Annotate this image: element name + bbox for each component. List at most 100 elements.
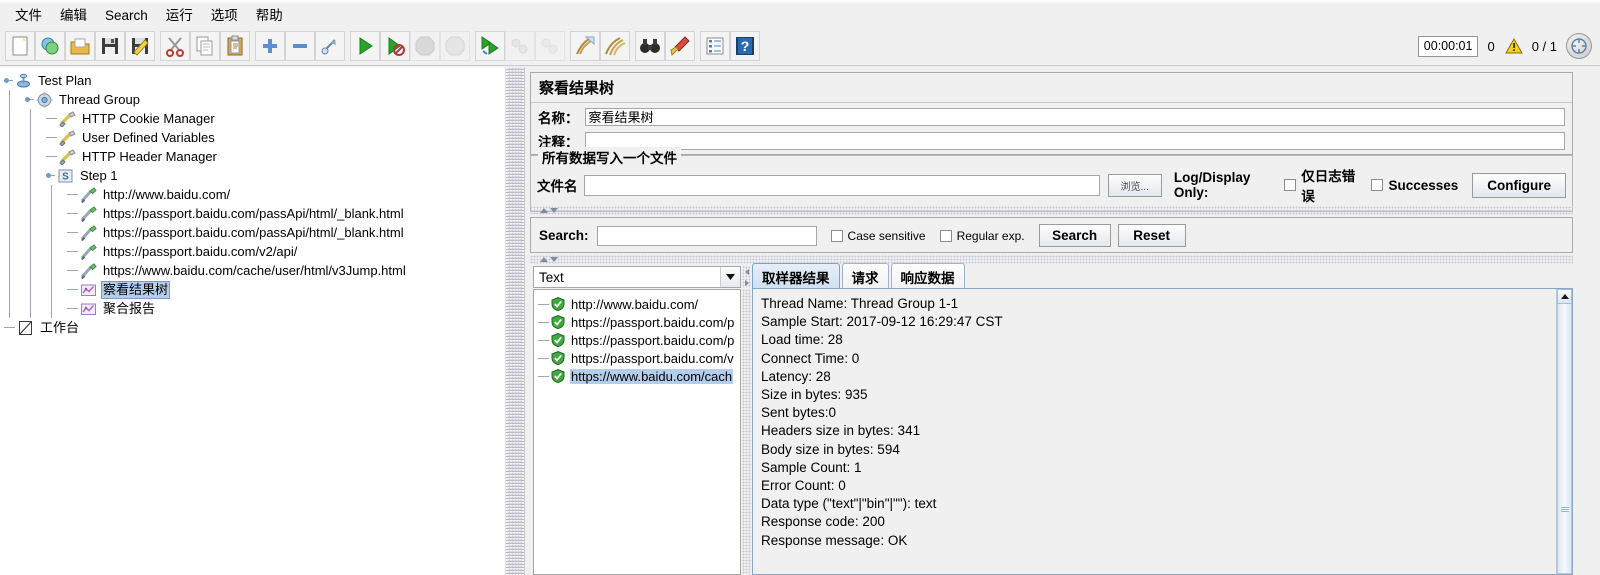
- result-tabs[interactable]: 取样器结果 请求 响应数据: [752, 263, 967, 289]
- tree-node-label[interactable]: HTTP Cookie Manager: [80, 111, 217, 127]
- result-splitter-handle[interactable]: [742, 266, 751, 288]
- menu-help[interactable]: 帮助: [247, 6, 292, 26]
- tree-node[interactable]: https://www.baidu.com/cache/user/html/v3…: [4, 261, 505, 280]
- help-question-icon[interactable]: ?: [730, 30, 760, 61]
- tree-node-label[interactable]: 察看结果树: [101, 280, 171, 299]
- new-document-icon[interactable]: [5, 30, 35, 61]
- reset-button[interactable]: Reset: [1117, 224, 1186, 247]
- splitter2-down-icon[interactable]: [550, 257, 558, 262]
- tree-node-label[interactable]: User Defined Variables: [80, 130, 217, 146]
- splitter-right-icon[interactable]: [744, 279, 749, 286]
- list-item-label[interactable]: https://passport.baidu.com/p: [570, 315, 735, 330]
- save-as-icon[interactable]: [125, 30, 155, 61]
- list-item-label[interactable]: https://www.baidu.com/cach: [570, 368, 734, 384]
- start-no-pauses-icon[interactable]: [380, 30, 410, 61]
- start-play-icon[interactable]: [350, 30, 380, 61]
- case-sensitive-checkbox[interactable]: Case sensitive: [830, 229, 926, 243]
- tree-node-label[interactable]: https://www.baidu.com/cache/user/html/v3…: [101, 263, 408, 279]
- case-sensitive-checkbox-box[interactable]: [830, 229, 843, 242]
- splitter2-up-icon[interactable]: [540, 257, 548, 262]
- sampler-result-detail[interactable]: Thread Name: Thread Group 1-1 Sample Star…: [752, 288, 1573, 575]
- list-item-label[interactable]: https://passport.baidu.com/v: [570, 351, 735, 366]
- tree-node[interactable]: https://passport.baidu.com/passApi/html/…: [4, 204, 505, 223]
- tree-node-label[interactable]: Thread Group: [57, 92, 142, 108]
- list-item-label[interactable]: https://passport.baidu.com/p: [570, 333, 735, 348]
- tree-node[interactable]: https://passport.baidu.com/passApi/html/…: [4, 223, 505, 242]
- function-helper-icon[interactable]: [700, 30, 730, 61]
- tree-node[interactable]: 工作台: [4, 318, 505, 337]
- clear-all-icon[interactable]: [600, 30, 630, 61]
- reset-search-broom-icon[interactable]: [665, 30, 695, 61]
- errors-only-checkbox[interactable]: 仅日志错误: [1284, 165, 1357, 205]
- menu-edit[interactable]: 编辑: [51, 6, 96, 26]
- renderer-select[interactable]: Text: [533, 266, 741, 288]
- templates-icon[interactable]: [35, 30, 65, 61]
- tab-response-data[interactable]: 响应数据: [890, 263, 965, 289]
- warning-triangle-icon[interactable]: [1504, 37, 1523, 54]
- chevron-down-icon[interactable]: [720, 267, 740, 287]
- tree-expand-handle-icon[interactable]: [25, 95, 34, 104]
- name-input[interactable]: 察看结果树: [584, 108, 1565, 126]
- scroll-up-arrow[interactable]: [1557, 289, 1572, 304]
- menu-run[interactable]: 运行: [157, 6, 202, 26]
- cut-scissors-icon[interactable]: [160, 30, 190, 61]
- list-item[interactable]: https://www.baidu.com/cach: [534, 367, 740, 385]
- splitter-handle-lower[interactable]: [530, 255, 1573, 264]
- tree-node-label[interactable]: https://passport.baidu.com/passApi/html/…: [101, 206, 406, 222]
- tree-node-label[interactable]: Step 1: [78, 168, 120, 184]
- tree-node[interactable]: Test Plan: [4, 71, 505, 90]
- result-splitter-track[interactable]: [742, 289, 751, 575]
- list-item[interactable]: https://passport.baidu.com/p: [534, 331, 740, 349]
- save-icon[interactable]: [95, 30, 125, 61]
- list-item[interactable]: http://www.baidu.com/: [534, 295, 740, 313]
- list-item[interactable]: https://passport.baidu.com/v: [534, 349, 740, 367]
- main-splitter[interactable]: [505, 67, 525, 575]
- tree-node-label[interactable]: 聚合报告: [101, 301, 157, 317]
- splitter-up-icon[interactable]: [540, 208, 548, 213]
- menu-file[interactable]: 文件: [6, 6, 51, 26]
- errors-only-checkbox-box[interactable]: [1284, 179, 1297, 191]
- tree-node-label[interactable]: 工作台: [38, 320, 81, 336]
- comment-input[interactable]: [584, 132, 1565, 150]
- menu-search[interactable]: Search: [96, 6, 157, 26]
- list-item-label[interactable]: http://www.baidu.com/: [570, 297, 699, 312]
- tree-node-label[interactable]: Test Plan: [36, 73, 93, 89]
- remote-start-icon[interactable]: [475, 30, 505, 61]
- browse-button[interactable]: 浏览...: [1107, 173, 1162, 197]
- copy-icon[interactable]: [190, 30, 220, 61]
- tree-node[interactable]: HTTP Cookie Manager: [4, 109, 505, 128]
- tree-node[interactable]: Thread Group: [4, 90, 505, 109]
- collapse-minus-icon[interactable]: [285, 30, 315, 61]
- tree-node[interactable]: 聚合报告: [4, 299, 505, 318]
- regular-exp-checkbox-box[interactable]: [939, 229, 952, 242]
- results-tree-list[interactable]: http://www.baidu.com/https://passport.ba…: [533, 289, 741, 575]
- search-button[interactable]: Search: [1038, 224, 1111, 247]
- search-binoculars-icon[interactable]: [635, 30, 665, 61]
- splitter-handle-upper[interactable]: [530, 206, 1573, 215]
- successes-checkbox[interactable]: Successes: [1371, 178, 1458, 193]
- tree-node[interactable]: 察看结果树: [4, 280, 505, 299]
- paste-clipboard-icon[interactable]: [220, 30, 250, 61]
- toggle-icon[interactable]: [315, 30, 345, 61]
- filename-input[interactable]: [583, 174, 1100, 196]
- menu-options[interactable]: 选项: [202, 6, 247, 26]
- tree-node[interactable]: S Step 1: [4, 166, 505, 185]
- splitter-down-icon[interactable]: [550, 208, 558, 213]
- stop-all-threads-icon[interactable]: [1566, 33, 1592, 59]
- tab-sampler-result[interactable]: 取样器结果: [752, 263, 840, 289]
- scrollbar-thumb[interactable]: [1557, 304, 1572, 574]
- search-input[interactable]: [596, 225, 817, 246]
- regular-exp-checkbox[interactable]: Regular exp.: [939, 229, 1025, 243]
- tab-request[interactable]: 请求: [841, 263, 889, 289]
- test-plan-tree[interactable]: Test Plan Thread Group HTTP Cookie Manager…: [0, 67, 505, 337]
- tree-expand-handle-icon[interactable]: [46, 171, 55, 180]
- clear-icon[interactable]: [570, 30, 600, 61]
- tree-node-label[interactable]: HTTP Header Manager: [80, 149, 219, 165]
- tree-node-label[interactable]: https://passport.baidu.com/v2/api/: [101, 244, 299, 260]
- test-plan-tree-pane[interactable]: Test Plan Thread Group HTTP Cookie Manager…: [0, 67, 505, 575]
- successes-checkbox-box[interactable]: [1371, 179, 1384, 191]
- tree-node[interactable]: http://www.baidu.com/: [4, 185, 505, 204]
- tree-expand-handle-icon[interactable]: [4, 76, 13, 85]
- open-folder-icon[interactable]: [65, 30, 95, 61]
- configure-button[interactable]: Configure: [1472, 172, 1566, 198]
